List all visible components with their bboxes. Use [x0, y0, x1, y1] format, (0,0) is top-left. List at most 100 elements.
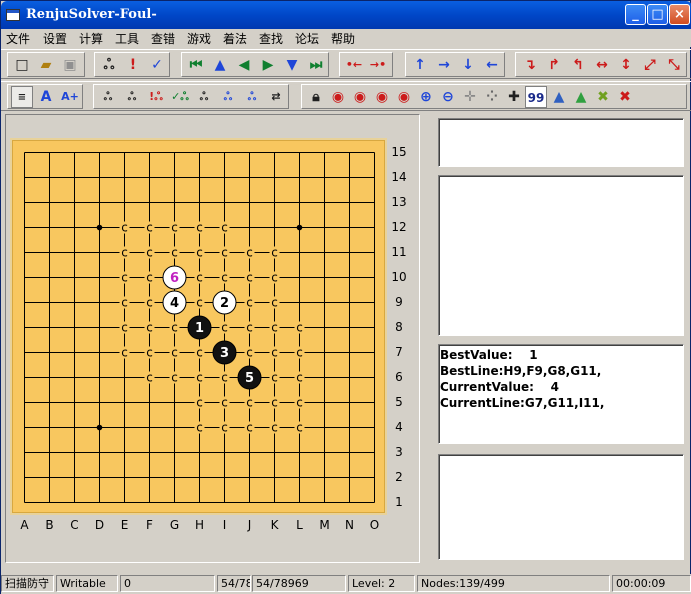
menu-forum[interactable]: 论坛: [295, 30, 319, 47]
candidate-mark: c: [196, 296, 203, 310]
candidate-mark: c: [146, 296, 153, 310]
candidate-mark: c: [146, 371, 153, 385]
row-label: 6: [395, 369, 403, 384]
candidate-mark: c: [146, 346, 153, 360]
tree-blue-icon[interactable]: ▲: [548, 86, 570, 108]
menu-moves[interactable]: 着法: [223, 30, 247, 47]
best-value: 1: [529, 348, 538, 362]
zoom-red-3-icon[interactable]: ◉: [371, 86, 393, 108]
candidate-mark: c: [146, 221, 153, 235]
menu-check[interactable]: 查错: [151, 30, 175, 47]
column-label: B: [45, 518, 54, 532]
cancel-green-icon[interactable]: ✖: [592, 86, 614, 108]
candidate-mark: c: [271, 296, 278, 310]
last-move-icon[interactable]: ⏭: [305, 54, 327, 76]
search-vct-icon[interactable]: ஃ: [121, 86, 143, 108]
zoom-red-2-icon[interactable]: ◉: [349, 86, 371, 108]
comment-box[interactable]: [438, 175, 684, 336]
stones-icon[interactable]: ஃ: [98, 54, 120, 76]
stone-number: 1: [195, 321, 204, 336]
up-icon[interactable]: ▲: [209, 54, 231, 76]
menu-settings[interactable]: 设置: [43, 30, 67, 47]
cross-icon[interactable]: ✛: [459, 86, 481, 108]
status-field-1: 54/789: [217, 575, 251, 592]
renju-board[interactable]: cccccccccccccccccccccccccccccccccccccccc…: [10, 138, 387, 515]
menu-game[interactable]: 游戏: [187, 30, 211, 47]
zoom-red-4-icon[interactable]: ◉: [393, 86, 415, 108]
search-prev-icon[interactable]: ஃ: [217, 86, 239, 108]
verify-icon[interactable]: ✓: [146, 54, 168, 76]
status-time: 00:00:09: [612, 575, 691, 592]
star-point: [296, 224, 303, 231]
window-title: RenjuSolver-Foul-: [26, 7, 157, 22]
cancel-red-icon[interactable]: ✖: [614, 86, 636, 108]
search-next-icon[interactable]: ஃ: [241, 86, 263, 108]
app-icon: [6, 9, 20, 21]
candidate-mark: c: [271, 371, 278, 385]
move-right-icon[interactable]: →•: [367, 54, 389, 76]
minimize-button[interactable]: _: [625, 4, 646, 25]
maximize-button[interactable]: □: [647, 4, 668, 25]
candidate-mark: c: [246, 246, 253, 260]
column-label: K: [270, 518, 279, 532]
search-vcf-icon[interactable]: ஃ: [97, 86, 119, 108]
current-line-line: CurrentLine:G7,G11,I11,: [440, 395, 680, 411]
back-icon[interactable]: ◀: [233, 54, 255, 76]
down-icon[interactable]: ▼: [281, 54, 303, 76]
open-folder-icon[interactable]: ▰: [35, 54, 57, 76]
rotate-right-icon[interactable]: ↴: [519, 54, 541, 76]
flip-antidiagonal-icon[interactable]: ⤡: [663, 54, 685, 76]
flip-vertical-icon[interactable]: ↕: [615, 54, 637, 76]
app-window: RenjuSolver-Foul- _ □ × 文件 设置 计算 工具 查错 游…: [0, 0, 691, 594]
column-label: H: [194, 518, 205, 532]
shift-down-icon[interactable]: ↓: [457, 54, 479, 76]
move-number-icon[interactable]: 99: [525, 86, 547, 108]
foul-check-icon[interactable]: !: [122, 54, 144, 76]
forward-icon[interactable]: ▶: [257, 54, 279, 76]
title-bar[interactable]: RenjuSolver-Foul- _ □ ×: [1, 1, 691, 29]
candidate-mark: c: [296, 321, 303, 335]
shift-right-icon[interactable]: →: [433, 54, 455, 76]
first-move-icon[interactable]: ⏮: [185, 54, 207, 76]
toolbar-group-transform: ↴ ↱ ↰ ↔ ↕ ⤢ ⤡: [515, 52, 687, 77]
menu-file[interactable]: 文件: [6, 30, 30, 47]
shift-up-icon[interactable]: ↑: [409, 54, 431, 76]
menu-tools[interactable]: 工具: [115, 30, 139, 47]
rotate-back-icon[interactable]: ↰: [567, 54, 589, 76]
search-foul-icon[interactable]: !ஃ: [145, 86, 167, 108]
stone-cross-icon[interactable]: ✚: [503, 86, 525, 108]
text-small-icon[interactable]: ≡: [11, 86, 33, 108]
row-label: 7: [395, 344, 403, 359]
menu-help[interactable]: 帮助: [331, 30, 355, 47]
search-defense-icon[interactable]: ஃ: [193, 86, 215, 108]
dotted-cross-icon[interactable]: ⁘: [481, 86, 503, 108]
text-larger-icon[interactable]: A+: [59, 86, 81, 108]
current-line-label: CurrentLine:: [440, 396, 525, 410]
search-check-icon[interactable]: ✓ஃ: [169, 86, 191, 108]
move-left-icon[interactable]: •←: [343, 54, 365, 76]
zoom-red-1-icon[interactable]: ◉: [327, 86, 349, 108]
text-normal-icon[interactable]: A: [35, 86, 57, 108]
row-label: 1: [395, 494, 403, 509]
flip-diagonal-icon[interactable]: ⤢: [639, 54, 661, 76]
candidate-mark: c: [171, 246, 178, 260]
row-label: 14: [391, 169, 407, 184]
close-button[interactable]: ×: [669, 4, 690, 25]
candidate-mark: c: [296, 371, 303, 385]
status-bar: 扫描防守 Writable 0 54/789 54/78969 Level: 2…: [1, 574, 691, 594]
candidate-mark: c: [121, 346, 128, 360]
tree-green-icon[interactable]: ▲: [570, 86, 592, 108]
column-label: A: [20, 518, 29, 532]
flip-horizontal-icon[interactable]: ↔: [591, 54, 613, 76]
save-icon[interactable]: ▣: [59, 54, 81, 76]
new-file-icon[interactable]: □: [11, 54, 33, 76]
zoom-out-icon[interactable]: ⊖: [437, 86, 459, 108]
menu-find[interactable]: 查找: [259, 30, 283, 47]
zoom-in-icon[interactable]: ⊕: [415, 86, 437, 108]
shift-left-icon[interactable]: ←: [481, 54, 503, 76]
rotate-left-icon[interactable]: ↱: [543, 54, 565, 76]
stone-number: 2: [220, 296, 229, 311]
menu-compute[interactable]: 计算: [79, 30, 103, 47]
lock-icon[interactable]: 🔒︎: [305, 86, 327, 108]
search-swap-icon[interactable]: ⇄: [265, 86, 287, 108]
